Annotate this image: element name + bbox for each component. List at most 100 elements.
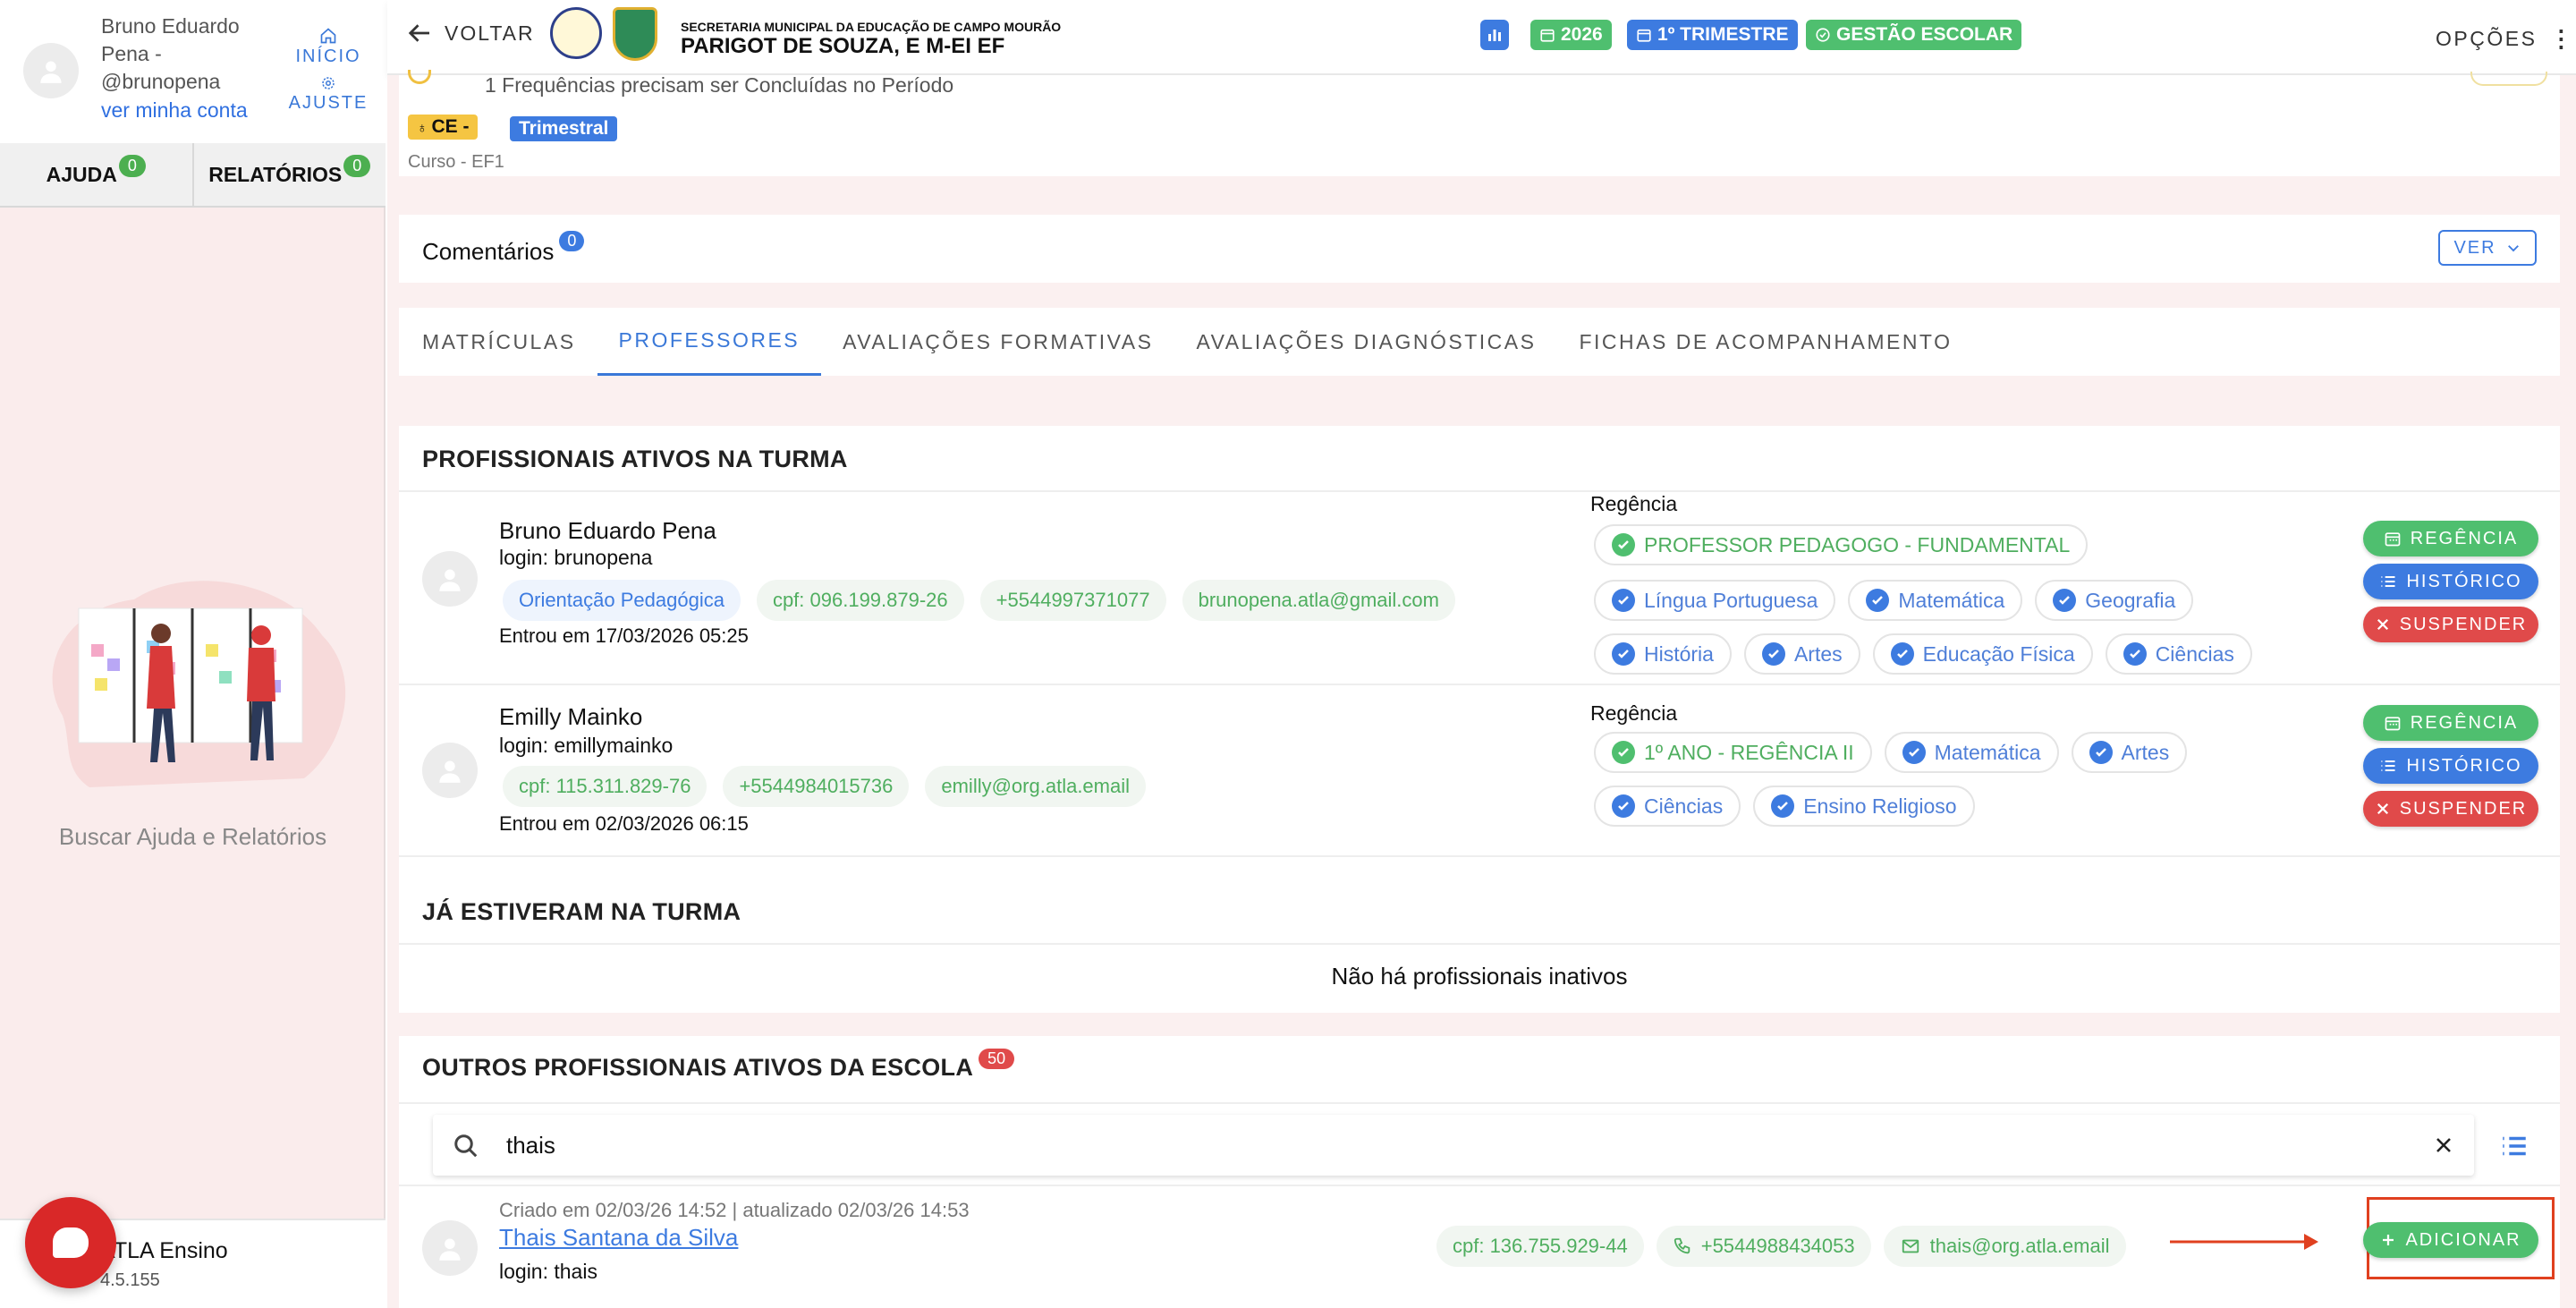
settings-label: AJUSTE [288,93,369,113]
subject-name: Língua Portuguesa [1644,588,1818,612]
warning-icon [408,70,431,84]
email-chip[interactable]: brunopena.atla@gmail.com [1182,580,1455,621]
module-label: GESTÃO ESCOLAR [1836,24,2013,45]
suspender-button[interactable]: SUSPENDER [2363,607,2538,642]
period-badge[interactable]: 1º TRIMESTRE [1627,20,1798,50]
tab-relatorios-label: RELATÓRIOS [208,162,343,186]
plus-icon [2383,1235,2394,1245]
professional-row: Bruno Eduardo Pena login: brunopena Orie… [399,492,2560,675]
joined-date: Entrou em 17/03/2026 05:25 [499,624,749,647]
subject-chip: Artes [1743,633,1860,675]
class-info-card: 1 Frequências precisam ser Concluídas no… [399,70,2560,176]
tab-matriculas[interactable]: MATRÍCULAS [401,308,597,376]
user-avatar-icon [422,743,478,798]
search-input[interactable] [506,1125,2385,1165]
tab-ajuda[interactable]: AJUDA 0 [0,143,192,206]
add-professional-button[interactable]: ADICIONAR [2363,1222,2538,1258]
check-circle-icon [1902,741,1926,764]
user-avatar-icon[interactable] [23,43,79,98]
check-circle-icon [1771,794,1795,818]
historico-button-label: HISTÓRICO [2406,755,2522,776]
chat-button[interactable] [25,1197,116,1288]
result-name-link[interactable]: Thais Santana da Silva [499,1224,738,1252]
city-crest [613,7,657,61]
suspender-button-label: SUSPENDER [2399,614,2528,634]
tag-period: Trimestral [510,116,618,141]
frequency-button[interactable] [2470,72,2547,86]
close-icon[interactable] [2433,1134,2454,1156]
subjects-row: Ciências Ensino Religioso [1594,786,1975,827]
subject-name: Geografia [2085,588,2176,612]
subject-name: Ensino Religioso [1803,794,1957,818]
list-icon [2381,760,2395,771]
inactive-professionals-card: JÁ ESTIVERAM NA TURMA Não há profissiona… [399,855,2560,1013]
tab-avaliacoes-formativas[interactable]: AVALIAÇÕES FORMATIVAS [821,308,1174,376]
regencia-name: PROFESSOR PEDAGOGO - FUNDAMENTAL [1644,532,2071,556]
tag-ce: ♁ CE - [408,115,479,140]
subject-chip: Matemática [1884,732,2059,773]
others-section-title: OUTROS PROFISSIONAIS ATIVOS DA ESCOLA [422,1054,974,1081]
comments-card: Comentários 0 VER [399,215,2560,283]
other-professionals-card: OUTROS PROFISSIONAIS ATIVOS DA ESCOLA 50… [399,1036,2560,1308]
check-circle-icon [1761,642,1785,666]
subject-chip: Ciências [1594,786,1741,827]
user-avatar-icon [422,1220,478,1276]
module-badge[interactable]: GESTÃO ESCOLAR [1806,20,2022,50]
chat-icon [53,1227,89,1258]
user-block: Bruno Eduardo Pena - @brunopena ver minh… [0,0,386,143]
check-circle-icon [1612,642,1635,666]
phone-chip[interactable]: +5544997371077 [979,580,1166,621]
subject-chip: Artes [2071,732,2188,773]
subject-name: Ciências [1644,794,1724,818]
check-circle-icon [1866,589,1890,612]
comments-header: Comentários 0 [422,231,585,266]
gear-icon [288,75,369,93]
professional-row: Emilly Mainko login: emillymainko cpf: 1… [399,685,2560,855]
list-icon[interactable] [2499,1131,2529,1161]
email-chip[interactable]: emilly@org.atla.email [925,766,1146,807]
settings-nav[interactable]: AJUSTE [288,75,369,114]
historico-button[interactable]: HISTÓRICO [2363,748,2538,784]
email-value: thais@org.atla.email [1929,1235,2110,1257]
regencia-button[interactable]: REGÊNCIA [2363,705,2538,741]
check-circle-icon [2053,589,2077,612]
joined-date: Entrou em 02/03/2026 06:15 [499,812,749,835]
regencia-name: 1º ANO - REGÊNCIA II [1644,740,1854,764]
account-link[interactable]: ver minha conta [101,98,248,123]
tab-professores[interactable]: PROFESSORES [597,308,822,376]
subjects-row: Língua Portuguesa Matemática Geografia [1594,580,2194,621]
phone-chip[interactable]: +5544988434053 [1656,1226,1871,1267]
award-icon: ♁ [417,121,432,136]
calendar-icon [1540,29,1555,42]
subject-name: Matemática [1898,588,2005,612]
home-nav[interactable]: INÍCIO [288,27,369,67]
comments-view-button[interactable]: VER [2438,230,2537,266]
secretaria-name: SECRETARIA MUNICIPAL DA EDUCAÇÃO DE CAMP… [681,20,1062,34]
kebab-icon: ⋮ [2549,25,2573,52]
chart-button[interactable] [1480,20,1509,50]
tab-avaliacoes-diagnosticas[interactable]: AVALIAÇÕES DIAGNÓSTICAS [1174,308,1557,376]
suspender-button[interactable]: SUSPENDER [2363,791,2538,827]
phone-chip[interactable]: +5544984015736 [723,766,910,807]
year-badge[interactable]: 2026 [1530,20,1612,50]
subject-name: Ciências [2155,641,2234,666]
email-chip[interactable]: thais@org.atla.email [1883,1226,2126,1267]
options-menu[interactable]: OPÇÕES ⋮ [2436,25,2572,53]
divider [399,1102,2560,1104]
others-header: OUTROS PROFISSIONAIS ATIVOS DA ESCOLA 50 [422,1049,1015,1082]
subject-chip: Educação Física [1872,633,2093,675]
comments-label: Comentários [422,238,555,265]
regencia-label: Regência [1590,492,1678,515]
result-login: login: thais [499,1260,597,1283]
tab-ajuda-label: AJUDA [46,162,117,186]
tab-relatorios[interactable]: RELATÓRIOS 0 [191,143,386,206]
regencia-button[interactable]: REGÊNCIA [2363,521,2538,556]
cpf-chip: cpf: 136.755.929-44 [1436,1226,1644,1267]
historico-button[interactable]: HISTÓRICO [2363,564,2538,599]
regencia-row: 1º ANO - REGÊNCIA II Matemática Artes [1594,732,2188,773]
school-name: PARIGOT DE SOUZA, E M-EI EF [681,34,1005,58]
back-button[interactable]: VOLTAR [407,20,535,47]
frequency-warning: 1 Frequências precisam ser Concluídas no… [485,73,954,97]
tab-fichas-acompanhamento[interactable]: FICHAS DE ACOMPANHAMENTO [1557,308,1973,376]
comments-view-label: VER [2453,237,2496,258]
